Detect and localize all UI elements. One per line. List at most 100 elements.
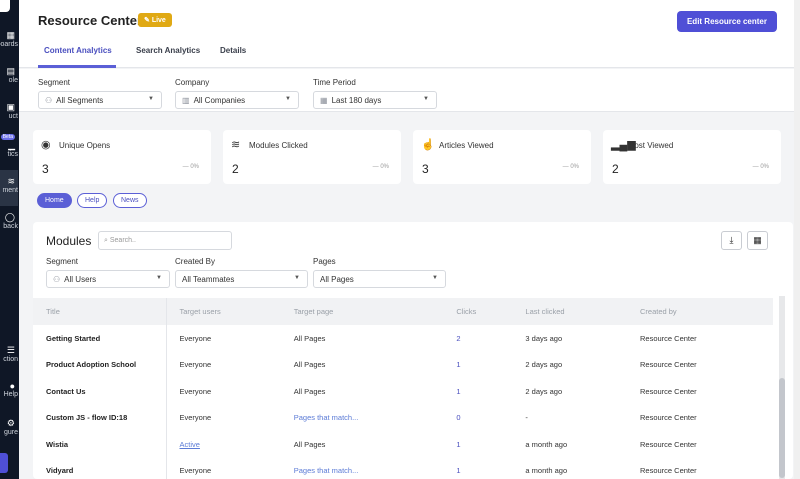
last-clicked: 2 days ago <box>525 360 563 370</box>
building-icon: ▥ <box>182 96 190 105</box>
modules-segment-select[interactable]: ⚇ All Users ▼ <box>46 270 170 288</box>
list-icon: ☰ <box>6 345 15 355</box>
clicks[interactable]: 1 <box>443 378 512 405</box>
modules-panel: Modules ⌕ Search.. ⤓ ▦ Segment ⚇ All User… <box>33 222 793 479</box>
logo <box>0 0 10 12</box>
help-icon: ● <box>9 381 15 391</box>
last-clicked: 2 days ago <box>525 386 563 396</box>
pages-label: Pages <box>313 257 336 266</box>
card-articles-viewed: ☝ Articles Viewed 3— 0% <box>413 130 591 184</box>
created-by: Resource Center <box>639 413 697 423</box>
tab-content-analytics[interactable]: Content Analytics <box>44 46 112 55</box>
users-icon: ⚇ <box>45 96 53 105</box>
sidebar-item-collection[interactable]: ☰ ction <box>0 345 18 363</box>
row-title: Getting Started <box>33 325 167 352</box>
target-users: Everyone <box>179 413 212 423</box>
company-label: Company <box>175 78 210 87</box>
analytics-icon: ▁ <box>8 140 15 150</box>
download-icon: ⤓ <box>729 235 734 245</box>
card-unique-opens: ◉ Unique Opens 3— 0% <box>33 130 211 184</box>
table-scrollbar[interactable] <box>779 296 785 479</box>
chevron-down-icon: ▼ <box>423 96 429 102</box>
edit-resource-center-button[interactable]: Edit Resource center <box>676 11 777 32</box>
target-users: Everyone <box>179 333 212 343</box>
columns-button[interactable]: ▦ <box>747 231 768 250</box>
column-header[interactable]: Target page <box>280 298 444 325</box>
clicks[interactable]: 1 <box>443 458 512 479</box>
table-row[interactable]: Vidyard Everyone Pages that match... 1 a mon… <box>33 457 773 479</box>
sidebar-item-help[interactable]: ● Help <box>0 381 18 398</box>
clicks[interactable]: 1 <box>443 431 512 458</box>
row-title: Vidyard <box>33 457 167 479</box>
table-row[interactable]: Wistia Active All Pages 1 a month ago Resourc… <box>33 431 773 458</box>
card-post-viewed: ▂▄▆ Post Viewed 2— 0% <box>603 130 781 184</box>
tab-search-analytics[interactable]: Search Analytics <box>136 46 200 55</box>
page-scrollbar[interactable] <box>794 0 800 479</box>
created-by-label: Created By <box>175 257 216 266</box>
target-page[interactable]: Pages that match... <box>281 405 444 432</box>
sidebar-item-dashboards[interactable]: ▦boards <box>0 30 18 48</box>
created-by: Resource Center <box>639 333 697 343</box>
sidebar-item-product[interactable]: ▣ uct <box>0 102 18 120</box>
chevron-down-icon: ▼ <box>294 275 300 281</box>
row-title: Contact Us <box>33 378 167 405</box>
column-header[interactable]: Title <box>33 298 167 325</box>
target-users: Everyone <box>179 466 212 476</box>
sidebar-item-feedback[interactable]: ◯ back <box>0 212 18 230</box>
people-icon: ▤ <box>6 66 15 76</box>
chevron-down-icon: ▼ <box>285 96 291 102</box>
row-title: Custom JS - flow ID:18 <box>33 404 167 431</box>
filter-bar: Segment ⚇ All Segments ▼ Company ▥ All Comp… <box>19 69 800 112</box>
pill-news[interactable]: News <box>113 193 147 208</box>
target-page: All Pages <box>293 333 326 343</box>
modules-segment-label: Segment <box>46 257 79 266</box>
layers-icon: ≋ <box>231 139 241 151</box>
tab-details[interactable]: Details <box>220 46 246 55</box>
avatar[interactable] <box>0 453 8 473</box>
eye-icon: ◉ <box>41 139 51 151</box>
clicks[interactable]: 2 <box>443 325 512 352</box>
target-page: All Pages <box>293 386 326 396</box>
sidebar-item-people[interactable]: ▤ ole <box>0 66 18 84</box>
active-tab-indicator <box>38 65 116 68</box>
column-header[interactable]: Target users <box>166 298 281 325</box>
clicks[interactable]: 1 <box>443 352 512 379</box>
column-header[interactable]: Last clicked <box>512 298 627 325</box>
target-page[interactable]: Pages that match... <box>281 458 444 479</box>
chevron-down-icon: ▼ <box>156 275 162 281</box>
beta-badge: Beta <box>0 134 15 140</box>
chevron-down-icon: ▼ <box>148 96 154 102</box>
pill-help[interactable]: Help <box>77 193 108 208</box>
period-label: Time Period <box>313 78 356 87</box>
table-row[interactable]: Contact Us Everyone All Pages 1 2 days ago Re… <box>33 378 773 405</box>
clicks[interactable]: 0 <box>443 405 512 432</box>
target-users[interactable]: Active <box>166 431 281 458</box>
page-header: Resource Center ✎ Live Edit Resource cen… <box>19 0 800 68</box>
created-by: Resource Center <box>639 386 697 396</box>
table-row[interactable]: Product Adoption School Everyone All Pages… <box>33 351 773 379</box>
sidebar-item-configure[interactable]: ⚙ gure <box>0 418 18 436</box>
column-header[interactable]: Clicks <box>443 298 513 325</box>
created-by-select[interactable]: All Teammates ▼ <box>175 270 308 288</box>
company-select[interactable]: ▥ All Companies ▼ <box>175 91 299 109</box>
feedback-icon: ◯ <box>4 212 15 222</box>
created-by: Resource Center <box>639 360 697 370</box>
sidebar: ▦boards ▤ole ▣uct Beta▁tics ≋ment ◯back … <box>0 0 19 479</box>
pages-select[interactable]: All Pages ▼ <box>313 270 446 288</box>
sidebar-item-engagement[interactable]: ≋ ment <box>0 170 18 206</box>
last-clicked: a month ago <box>525 466 568 476</box>
target-page: All Pages <box>293 439 326 449</box>
table-row[interactable]: Custom JS - flow ID:18 Everyone Pages that… <box>33 404 773 432</box>
search-input[interactable]: ⌕ Search.. <box>98 231 232 250</box>
scrollbar-thumb[interactable] <box>779 378 785 478</box>
column-header[interactable]: Created by <box>626 298 773 325</box>
time-period-select[interactable]: ▦ Last 180 days ▼ <box>313 91 437 109</box>
pill-home[interactable]: Home <box>37 193 72 208</box>
download-button[interactable]: ⤓ <box>721 231 742 250</box>
table-row[interactable]: Getting Started Everyone All Pages 2 3 days … <box>33 325 773 352</box>
segment-select[interactable]: ⚇ All Segments ▼ <box>38 91 162 109</box>
target-users: Everyone <box>179 360 212 370</box>
sidebar-item-analytics[interactable]: Beta ▁ tics <box>0 134 18 158</box>
article-icon: ☝ <box>421 139 435 151</box>
card-modules-clicked: ≋ Modules Clicked 2— 0% <box>223 130 401 184</box>
